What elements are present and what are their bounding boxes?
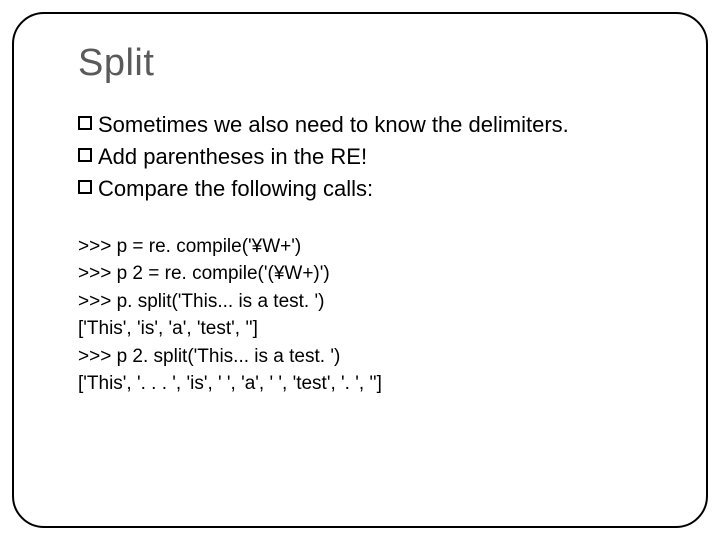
code-line: ['This', 'is', 'a', 'test', ''] xyxy=(78,315,650,343)
bullet-item: Sometimes we also need to know the delim… xyxy=(78,109,650,141)
slide-title: Split xyxy=(78,42,650,85)
code-line: ['This', '. . . ', 'is', ' ', 'a', ' ', … xyxy=(78,370,650,398)
bullet-square-icon xyxy=(78,116,92,130)
bullet-square-icon xyxy=(78,148,92,162)
code-block: >>> p = re. compile('¥W+') >>> p 2 = re.… xyxy=(78,233,650,398)
bullet-square-icon xyxy=(78,180,92,194)
bullet-item: Add parentheses in the RE! xyxy=(78,141,650,173)
code-line: >>> p = re. compile('¥W+') xyxy=(78,233,650,261)
bullet-text: Compare the following calls: xyxy=(98,173,373,205)
slide-frame: Split Sometimes we also need to know the… xyxy=(12,12,708,528)
bullet-item: Compare the following calls: xyxy=(78,173,650,205)
bullet-list: Sometimes we also need to know the delim… xyxy=(78,109,650,205)
bullet-text: Add parentheses in the RE! xyxy=(98,141,367,173)
code-line: >>> p 2. split('This... is a test. ') xyxy=(78,343,650,371)
code-line: >>> p 2 = re. compile('(¥W+)') xyxy=(78,260,650,288)
code-line: >>> p. split('This... is a test. ') xyxy=(78,288,650,316)
bullet-text: Sometimes we also need to know the delim… xyxy=(98,109,569,141)
